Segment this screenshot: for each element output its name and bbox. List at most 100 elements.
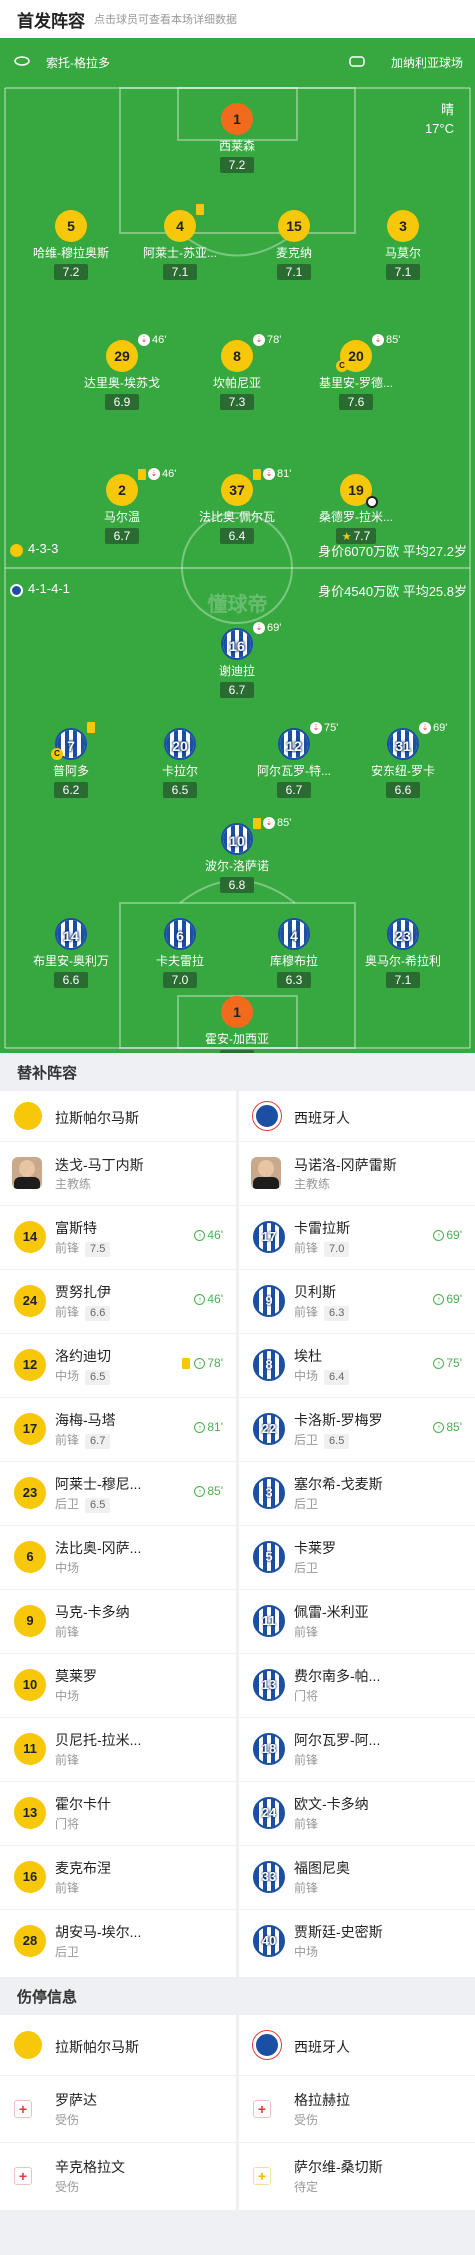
home-player[interactable]: 15 麦克纳 7.1	[244, 210, 344, 281]
sub-player-row[interactable]: 17 卡雷拉斯 前锋 7.0 ↑ 69'	[239, 1205, 475, 1269]
sub-player-name: 欧文-卡多纳	[294, 1796, 369, 1812]
home-player[interactable]: 1 西莱森 7.2	[187, 103, 287, 174]
away-player[interactable]: 31 ⇣ 69' 安东纽-罗卡 6.6	[353, 722, 453, 799]
player-number-badge: 20	[164, 728, 196, 760]
sub-player-row[interactable]: 28 胡安马-埃尔... 后卫	[0, 1909, 236, 1973]
row-divider	[0, 1141, 236, 1142]
sub-player-rating: 7.5	[85, 1242, 111, 1257]
sub-player-number: 24	[253, 1797, 285, 1829]
player-events: ⇣ 85'	[253, 817, 291, 829]
sub-player-row[interactable]: 11 佩雷-米利亚 前锋	[239, 1589, 475, 1653]
coach-row[interactable]: 马诺洛-冈萨雷斯 主教练	[239, 1143, 475, 1205]
home-player[interactable]: 19 桑德罗-拉米... ★ 7.7	[306, 474, 406, 545]
sub-player-row[interactable]: 5 卡莱罗 后卫	[239, 1525, 475, 1589]
home-player[interactable]: 2 ⇣ 46' 马尔温 6.7	[72, 468, 176, 545]
player-number: 1	[233, 111, 241, 127]
away-player[interactable]: 10 ⇣ 85' 波尔-洛萨诺 6.8	[187, 817, 291, 894]
sub-minute: 69'	[433, 722, 448, 734]
player-number-badge: 2	[106, 474, 138, 506]
injured-player-name: 罗萨达	[55, 2092, 97, 2108]
sub-player-position: 前锋	[294, 1625, 319, 1639]
injury-status: 受伤	[294, 2113, 319, 2127]
row-divider	[239, 1141, 475, 1142]
away-player[interactable]: 7 C 普阿多 6.2	[21, 722, 121, 799]
home-player[interactable]: 4 阿莱士-苏亚... 7.1	[130, 204, 230, 281]
sub-player-row[interactable]: 12 洛约迪切 中场 6.5 ↑ 78'	[0, 1333, 236, 1397]
home-player[interactable]: 8 ⇣ 78' 坎帕尼亚 7.3	[187, 334, 287, 411]
sub-player-row[interactable]: 24 贾努扎伊 前锋 6.6 ↑ 46'	[0, 1269, 236, 1333]
player-name: 法比奥-佩尔瓦	[199, 510, 275, 524]
sub-player-row[interactable]: 18 阿尔瓦罗-阿... 前锋	[239, 1717, 475, 1781]
sub-player-row[interactable]: 11 贝尼托-拉米... 前锋	[0, 1717, 236, 1781]
sub-minute: 46'	[162, 468, 177, 480]
coach-avatar	[12, 1157, 42, 1189]
sub-player-row[interactable]: 33 福图尼奥 前锋	[239, 1845, 475, 1909]
sub-player-rating: 6.7	[85, 1434, 111, 1449]
sub-player-row[interactable]: 13 费尔南多-帕... 门将	[239, 1653, 475, 1717]
away-player[interactable]: 16 ⇣ 69' 谢迪拉 6.7	[187, 622, 287, 699]
injury-row[interactable]: + 格拉赫拉 受伤	[239, 2075, 475, 2142]
away-player[interactable]: 23 奥马尔-希拉利 7.1	[353, 918, 453, 989]
away-player[interactable]: 4 库穆布拉 6.3	[244, 918, 344, 989]
sub-player-row[interactable]: 40 贾斯廷-史密斯 中场	[239, 1909, 475, 1973]
away-player[interactable]: 1霍安-加西亚6.9	[187, 996, 287, 1053]
player-events	[196, 204, 206, 215]
sub-in-icon: ↑	[433, 1293, 445, 1305]
temperature-text: 17°C	[424, 121, 454, 136]
sub-in-icon: ↑	[194, 1421, 206, 1433]
away-player[interactable]: 12 ⇣ 75' 阿尔瓦罗-特... 6.7	[244, 722, 344, 799]
sub-player-name: 贾努扎伊	[55, 1284, 111, 1300]
sub-player-row[interactable]: 3 塞尔希-戈麦斯 后卫	[239, 1461, 475, 1525]
sub-player-row[interactable]: 17 海梅-马塔 前锋 6.7 ↑ 81'	[0, 1397, 236, 1461]
player-number-badge: 29	[106, 340, 138, 372]
injury-row[interactable]: + 辛克格拉文 受伤	[0, 2142, 236, 2209]
sub-player-row[interactable]: 8 埃杜 中场 6.4 ↑ 75'	[239, 1333, 475, 1397]
player-rating: ★ 7.7	[335, 528, 377, 544]
sub-player-row[interactable]: 10 莫莱罗 中场	[0, 1653, 236, 1717]
sub-player-rating: 6.4	[324, 1370, 350, 1385]
player-rating: 7.1	[163, 264, 197, 280]
sub-player-position: 后卫 6.5	[294, 1431, 350, 1449]
away-player[interactable]: 14 布里安-奥利万 6.6	[21, 918, 121, 989]
home-player[interactable]: 5 哈维-穆拉奥斯 7.2	[21, 210, 121, 281]
sub-in-icon: ↑	[194, 1229, 206, 1241]
away-player[interactable]: 20 卡拉尔 6.5	[130, 728, 230, 799]
player-number: 16	[229, 638, 245, 654]
sub-event: ↑ 69'	[433, 1292, 462, 1306]
home-player[interactable]: 3 马莫尔 7.1	[353, 210, 453, 281]
sub-player-number: 8	[253, 1349, 285, 1381]
sub-player-row[interactable]: 9 马克-卡多纳 前锋	[0, 1589, 236, 1653]
sub-player-row[interactable]: 14 富斯特 前锋 7.5 ↑ 46'	[0, 1205, 236, 1269]
sub-player-row[interactable]: 22 卡洛斯-罗梅罗 后卫 6.5 ↑ 85'	[239, 1397, 475, 1461]
player-number: 29	[114, 348, 130, 364]
sub-player-row[interactable]: 16 麦克布涅 前锋	[0, 1845, 236, 1909]
home-badge-icon	[10, 544, 23, 557]
sub-player-row[interactable]: 13 霍尔卡什 门将	[0, 1781, 236, 1845]
injury-row[interactable]: + 罗萨达 受伤	[0, 2075, 236, 2142]
injury-icon: +	[14, 2100, 32, 2118]
sub-player-row[interactable]: 6 法比奥-冈萨... 中场	[0, 1525, 236, 1589]
coach-row[interactable]: 迭戈-马丁内斯 主教练	[0, 1143, 236, 1205]
sub-player-rating: 7.0	[324, 1242, 350, 1257]
player-rating: 7.1	[386, 264, 420, 280]
sub-player-name: 佩雷-米利亚	[294, 1604, 369, 1620]
player-rating: 6.2	[54, 782, 88, 798]
sub-player-row[interactable]: 23 阿莱士-穆尼... 后卫 6.5 ↑ 85'	[0, 1461, 236, 1525]
home-player[interactable]: 29 ⇣ 46' 达里奥-埃苏戈 6.9	[72, 334, 172, 411]
coach-avatar	[251, 1157, 281, 1189]
injured-player-name: 萨尔维-桑切斯	[294, 2159, 383, 2175]
sub-minute: 69'	[446, 1228, 462, 1242]
home-player[interactable]: 37 ⇣ 81' 法比奥-佩尔瓦 6.4	[187, 468, 291, 545]
sub-player-rating: 6.6	[85, 1306, 111, 1321]
injury-row[interactable]: + 萨尔维-桑切斯 待定	[239, 2142, 475, 2209]
player-number: 2	[118, 482, 126, 498]
sub-player-number: 11	[14, 1733, 46, 1765]
player-number: 3	[399, 218, 407, 234]
away-player[interactable]: 6 卡夫雷拉 7.0	[130, 918, 230, 989]
sub-player-row[interactable]: 9 贝利斯 前锋 6.3 ↑ 69'	[239, 1269, 475, 1333]
sub-player-row[interactable]: 24 欧文-卡多纳 前锋	[239, 1781, 475, 1845]
home-player[interactable]: 20 C ⇣ 85' 基里安-罗德... 7.6	[306, 334, 406, 411]
sub-player-number: 18	[253, 1733, 285, 1765]
sub-player-name: 阿莱士-穆尼...	[55, 1476, 142, 1492]
sub-player-rating: 6.3	[324, 1306, 350, 1321]
